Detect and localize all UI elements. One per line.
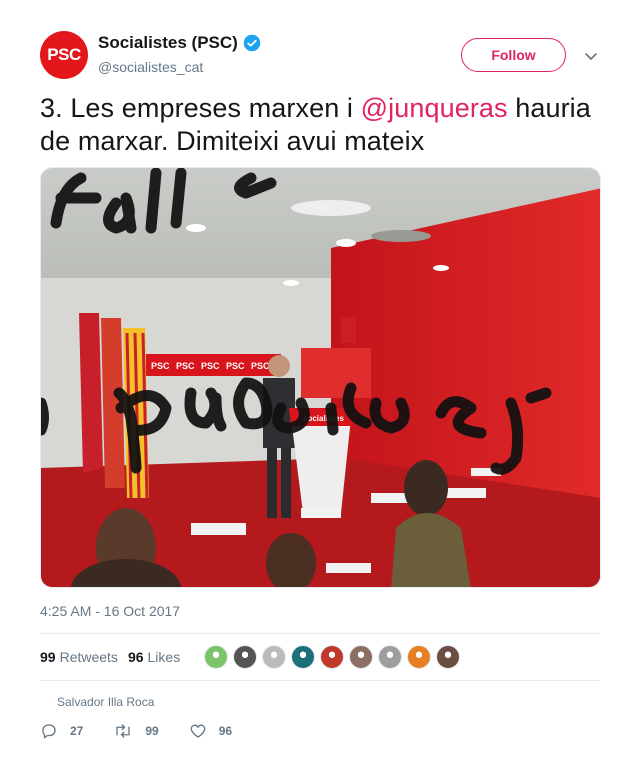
liker-avatar[interactable]	[378, 645, 403, 669]
svg-text:PSC: PSC	[251, 361, 270, 371]
like-count: 96	[218, 724, 233, 738]
retweet-icon	[116, 724, 131, 738]
reply-button[interactable]: 27	[40, 722, 83, 740]
retweet-count: 99	[145, 724, 159, 738]
likes-stat[interactable]: 96 Likes	[128, 649, 180, 665]
divider	[40, 633, 600, 634]
press-room-photo: PSC PSC PSC PSC PSC socialistes	[41, 168, 600, 587]
tweet-text-before: 3. Les empreses marxen i	[40, 93, 361, 123]
likes-label: Likes	[147, 649, 181, 665]
likes-count: 96	[127, 649, 144, 665]
tweet-timestamp[interactable]: 4:25 AM - 16 Oct 2017	[40, 603, 180, 619]
backdrop-logo-text: PSC	[151, 361, 170, 371]
tweet-actions: 27 99 96	[40, 722, 262, 740]
retweets-stat[interactable]: 99 Retweets	[40, 649, 118, 665]
reply-context[interactable]: Salvador Illa Roca	[57, 695, 154, 709]
author-display-name[interactable]: Socialistes (PSC)	[98, 33, 261, 53]
avatar[interactable]: PSC	[40, 31, 88, 79]
svg-text:PSC: PSC	[176, 361, 195, 371]
svg-text:PSC: PSC	[226, 361, 245, 371]
liker-avatar[interactable]	[291, 645, 316, 669]
avatar-logo-text: PSC	[47, 45, 81, 64]
retweet-button[interactable]: 99	[113, 722, 159, 740]
liker-avatar[interactable]	[349, 645, 374, 669]
tweet-text: 3. Les empreses marxen i @junqueras haur…	[40, 92, 600, 158]
liker-avatar[interactable]	[204, 645, 229, 669]
author-names: Socialistes (PSC) @socialistes_cat	[98, 33, 261, 75]
tweet-stats: 99 Retweets 96 Likes	[40, 645, 465, 669]
heart-icon	[190, 724, 206, 738]
liker-avatars	[204, 645, 465, 669]
chevron-down-icon[interactable]	[582, 47, 600, 65]
retweets-count: 99	[40, 649, 56, 665]
tweet-photo[interactable]: PSC PSC PSC PSC PSC socialistes	[40, 167, 601, 588]
mention-link[interactable]: @junqueras	[361, 93, 508, 123]
like-button[interactable]: 96	[189, 722, 232, 740]
liker-avatar[interactable]	[320, 645, 345, 669]
divider	[40, 680, 600, 681]
verified-badge-icon	[243, 34, 261, 52]
author-handle[interactable]: @socialistes_cat	[98, 59, 261, 75]
retweets-label: Retweets	[59, 649, 118, 665]
liker-avatar[interactable]	[233, 645, 258, 669]
liker-avatar[interactable]	[262, 645, 287, 669]
svg-text:PSC: PSC	[201, 361, 220, 371]
follow-button[interactable]: Follow	[461, 38, 566, 72]
display-name-text: Socialistes (PSC)	[98, 33, 238, 52]
tweet-header: PSC Socialistes (PSC) @socialistes_cat F…	[40, 31, 600, 81]
reply-icon	[42, 724, 56, 739]
reply-count: 27	[70, 724, 84, 738]
liker-avatar[interactable]	[436, 645, 461, 669]
liker-avatar[interactable]	[407, 645, 432, 669]
